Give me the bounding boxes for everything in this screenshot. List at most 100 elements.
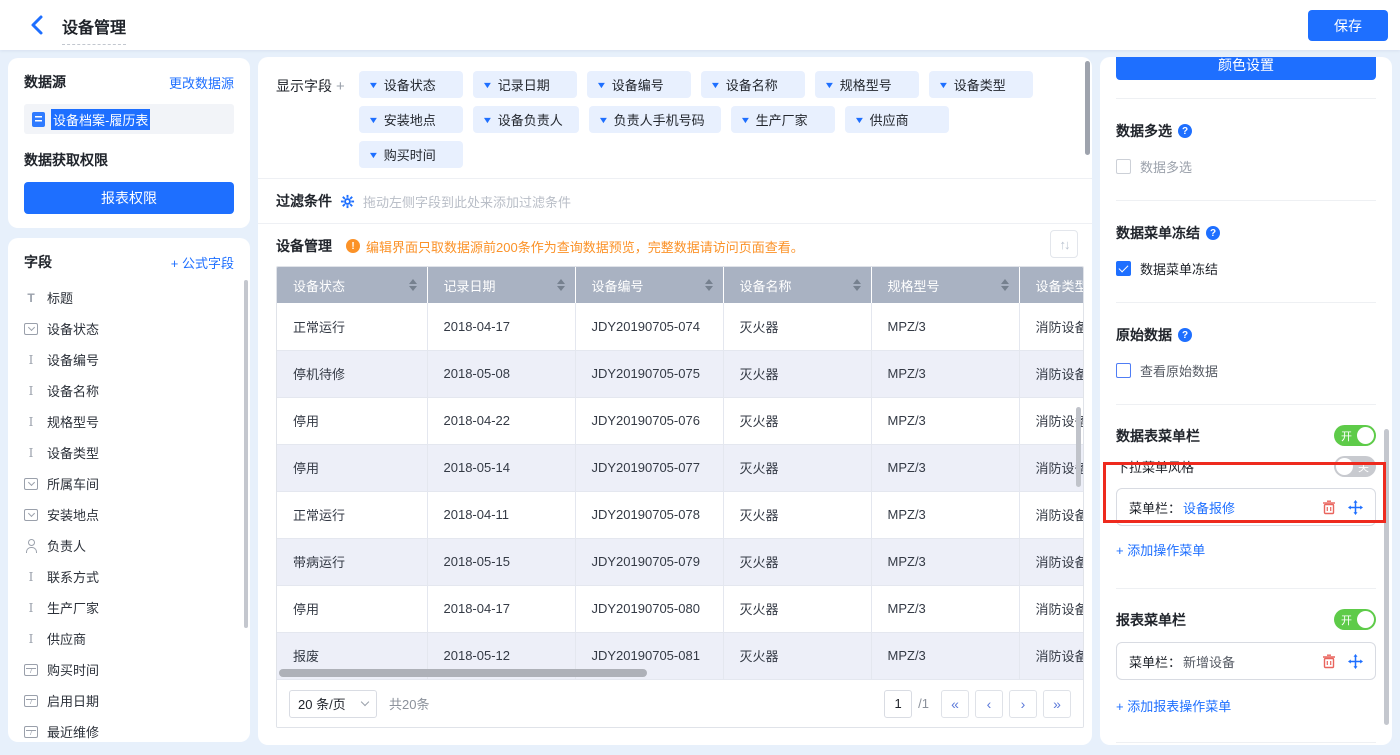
chevron-down-icon[interactable]: ▼	[367, 115, 379, 125]
chevron-down-icon[interactable]: ▼	[367, 80, 379, 90]
current-page-input[interactable]: 1	[884, 689, 913, 718]
page-size-select[interactable]: 20 条/页	[289, 689, 377, 718]
move-icon[interactable]	[1348, 499, 1363, 515]
menu-item-value[interactable]: 设备报修	[1183, 498, 1235, 517]
datasource-item[interactable]: 设备档案-履历表	[24, 104, 234, 134]
table-horizontal-scrollbar[interactable]	[279, 669, 647, 677]
chevron-down-icon[interactable]: ▼	[481, 115, 493, 125]
menu-freeze-checkbox[interactable]: 数据菜单冻结	[1116, 259, 1376, 278]
fields-scrollbar[interactable]	[244, 280, 248, 628]
help-icon[interactable]: ?	[1178, 124, 1192, 138]
next-page-button[interactable]: ›	[1009, 689, 1037, 718]
table-row[interactable]: 停用 2018-04-22 JDY20190705-076 灭火器 MPZ/3 消防设备	[277, 397, 1083, 445]
display-field-chip[interactable]: ▼ 设备状态	[358, 71, 463, 98]
chevron-down-icon[interactable]: ▼	[481, 80, 493, 90]
field-item[interactable]: 负责人	[24, 530, 234, 561]
checkbox-icon[interactable]	[1116, 159, 1131, 174]
display-field-chip[interactable]: ▼ 记录日期	[472, 71, 577, 98]
display-field-chip[interactable]: ▼ 负责人手机号码	[588, 106, 721, 133]
display-field-chip[interactable]: ▼ 设备编号	[586, 71, 691, 98]
column-header[interactable]: 设备状态	[277, 267, 428, 303]
field-item[interactable]: 启用日期	[24, 685, 234, 716]
save-button[interactable]: 保存	[1308, 10, 1388, 41]
help-icon[interactable]: ?	[1206, 226, 1220, 240]
display-field-chip[interactable]: ▼ 设备负责人	[472, 106, 579, 133]
prev-page-button[interactable]: ‹	[975, 689, 1003, 718]
chevron-down-icon[interactable]: ▼	[739, 115, 751, 125]
settings-scrollbar[interactable]	[1384, 429, 1389, 725]
field-item[interactable]: 规格型号	[24, 406, 234, 437]
table-menu-toggle[interactable]: 开	[1334, 425, 1376, 446]
dropdown-style-toggle[interactable]: 关	[1334, 456, 1376, 477]
sort-arrows-icon[interactable]	[556, 279, 565, 291]
trash-icon[interactable]	[1322, 500, 1336, 515]
column-header[interactable]: 设备编号	[575, 267, 724, 303]
column-header[interactable]: 设备类型	[1019, 267, 1083, 303]
table-row[interactable]: 停机待修 2018-05-08 JDY20190705-075 灭火器 MPZ/3 消防设…	[277, 350, 1083, 398]
field-item[interactable]: 设备名称	[24, 375, 234, 406]
display-field-chip[interactable]: ▼ 规格型号	[814, 71, 919, 98]
color-settings-button[interactable]: 颜色设置	[1116, 57, 1376, 80]
chevron-down-icon[interactable]: ▼	[367, 150, 379, 160]
change-datasource-link[interactable]: 更改数据源	[169, 73, 234, 92]
sort-arrows-icon[interactable]	[1000, 279, 1009, 291]
chevron-down-icon[interactable]: ▼	[823, 80, 835, 90]
chevron-down-icon[interactable]: ▼	[597, 115, 609, 125]
column-header[interactable]: 设备名称	[723, 267, 872, 303]
field-item[interactable]: 联系方式	[24, 561, 234, 592]
table-vertical-scrollbar[interactable]	[1076, 407, 1081, 487]
field-item[interactable]: 最近维修	[24, 716, 234, 742]
chevron-down-icon[interactable]: ▼	[709, 80, 721, 90]
table-row[interactable]: 停用 2018-04-17 JDY20190705-080 灭火器 MPZ/3 消防设备	[277, 585, 1083, 633]
move-icon[interactable]	[1348, 653, 1363, 669]
display-field-chip[interactable]: ▼ 设备类型	[928, 71, 1033, 98]
table-row[interactable]: 带病运行 2018-05-15 JDY20190705-079 灭火器 MPZ/3 消防设…	[277, 538, 1083, 586]
raw-data-checkbox[interactable]: 查看原始数据	[1116, 361, 1376, 380]
display-field-chip[interactable]: ▼ 生产厂家	[730, 106, 835, 133]
field-item[interactable]: 购买时间	[24, 654, 234, 685]
first-page-button[interactable]: «	[941, 689, 969, 718]
add-display-field-button[interactable]: +	[336, 78, 345, 95]
field-item[interactable]: 设备状态	[24, 313, 234, 344]
report-permission-button[interactable]: 报表权限	[24, 182, 234, 214]
trash-icon[interactable]	[1322, 654, 1336, 669]
sort-arrows-icon[interactable]	[704, 279, 713, 291]
page-title[interactable]: 设备管理	[62, 14, 127, 45]
chevron-down-icon[interactable]: ▼	[853, 115, 865, 125]
back-button[interactable]	[26, 13, 50, 37]
display-field-chip[interactable]: ▼ 安装地点	[358, 106, 463, 133]
chevron-down-icon[interactable]: ▼	[937, 80, 949, 90]
table-row[interactable]: 正常运行 2018-04-11 JDY20190705-078 灭火器 MPZ/3 消防设…	[277, 491, 1083, 539]
chevron-down-icon[interactable]: ▼	[595, 80, 607, 90]
table-row[interactable]: 停用 2018-05-14 JDY20190705-077 灭火器 MPZ/3 消防设备	[277, 444, 1083, 492]
sort-arrows-icon[interactable]	[852, 279, 861, 291]
table-row[interactable]: 正常运行 2018-04-17 JDY20190705-074 灭火器 MPZ/3 消防设…	[277, 303, 1083, 351]
menu-item-value[interactable]: 新增设备	[1183, 652, 1235, 671]
table-sort-button[interactable]: ↑↓	[1050, 230, 1078, 258]
field-item[interactable]: 设备类型	[24, 437, 234, 468]
canvas-scrollbar[interactable]	[1085, 61, 1090, 155]
sort-arrows-icon[interactable]	[408, 279, 417, 291]
display-field-chip[interactable]: ▼ 供应商	[844, 106, 949, 133]
checkbox-checked-icon[interactable]	[1116, 261, 1131, 276]
field-item[interactable]: 标题	[24, 282, 234, 313]
display-field-chip[interactable]: ▼ 设备名称	[700, 71, 805, 98]
column-header[interactable]: 记录日期	[427, 267, 576, 303]
report-menu-item[interactable]: 菜单栏： 新增设备	[1116, 642, 1376, 680]
filter-bar[interactable]: 过滤条件 拖动左侧字段到此处来添加过滤条件	[258, 179, 1092, 223]
column-header[interactable]: 规格型号	[871, 267, 1020, 303]
datasource-name[interactable]: 设备档案-履历表	[51, 108, 151, 130]
add-formula-field-link[interactable]: + 公式字段	[171, 253, 234, 272]
report-menu-toggle[interactable]: 开	[1334, 609, 1376, 630]
add-report-action-menu-link[interactable]: + 添加报表操作菜单	[1116, 696, 1231, 715]
checkbox-icon[interactable]	[1116, 363, 1131, 378]
field-item[interactable]: 设备编号	[24, 344, 234, 375]
field-item[interactable]: 生产厂家	[24, 592, 234, 623]
table-menu-item[interactable]: 菜单栏： 设备报修	[1116, 488, 1376, 526]
help-icon[interactable]: ?	[1178, 328, 1192, 342]
multi-select-checkbox[interactable]: 数据多选	[1116, 157, 1376, 176]
field-item[interactable]: 供应商	[24, 623, 234, 654]
gear-icon[interactable]	[340, 194, 355, 209]
add-action-menu-link[interactable]: + 添加操作菜单	[1116, 540, 1205, 559]
field-item[interactable]: 所属车间	[24, 468, 234, 499]
